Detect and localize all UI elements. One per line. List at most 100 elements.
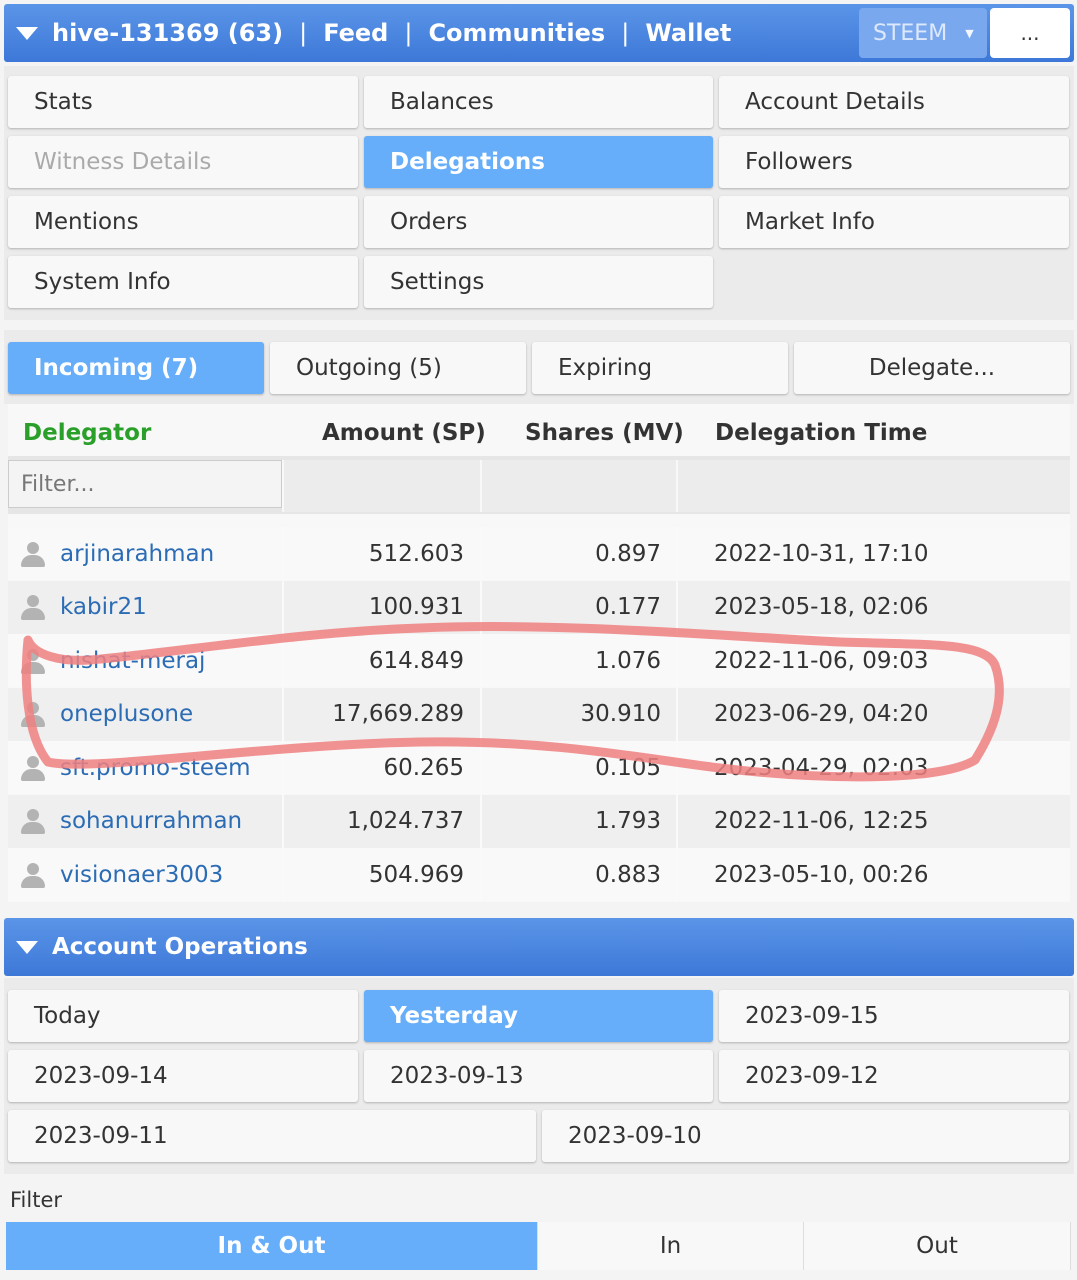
amount-cell: 1,024.737 xyxy=(346,808,464,834)
date-panel: Today Yesterday 2023-09-15 2023-09-14 20… xyxy=(4,978,1074,1174)
account-link[interactable]: hive-131369 (63) xyxy=(52,19,283,47)
nav-settings[interactable]: Settings xyxy=(364,256,713,308)
column-header-delegator[interactable]: Delegator xyxy=(23,420,151,446)
amount-cell: 504.969 xyxy=(368,861,464,888)
date-2023-09-14[interactable]: 2023-09-14 xyxy=(8,1050,358,1102)
collapse-triangle-icon xyxy=(16,940,38,954)
column-divider xyxy=(676,741,678,794)
filter-cell xyxy=(282,460,480,512)
shares-cell: 0.105 xyxy=(595,754,661,781)
section-title: Account Operations xyxy=(52,934,308,960)
user-icon xyxy=(20,648,46,674)
tab-outgoing[interactable]: Outgoing (5) xyxy=(270,342,526,394)
chain-select-value: STEEM xyxy=(873,20,948,46)
table-row: nishat-meraj 614.849 1.076 2022-11-06, 09:0… xyxy=(8,634,1070,687)
feed-link[interactable]: Feed xyxy=(323,19,388,47)
separator: | xyxy=(299,19,308,47)
date-2023-09-11[interactable]: 2023-09-11 xyxy=(8,1110,536,1162)
column-header-shares[interactable]: Shares (MV) xyxy=(525,420,684,446)
date-2023-09-15[interactable]: 2023-09-15 xyxy=(719,990,1069,1042)
wallet-link[interactable]: Wallet xyxy=(645,19,731,47)
time-cell: 2022-11-06, 12:25 xyxy=(714,808,929,834)
filter-cell xyxy=(480,460,676,512)
date-2023-09-12[interactable]: 2023-09-12 xyxy=(719,1050,1069,1102)
time-cell: 2023-04-29, 02:03 xyxy=(714,754,929,781)
user-icon xyxy=(20,594,46,620)
nav-stats[interactable]: Stats xyxy=(8,76,358,128)
column-divider xyxy=(676,794,678,848)
tab-expiring[interactable]: Expiring xyxy=(532,342,788,394)
date-yesterday[interactable]: Yesterday xyxy=(364,990,713,1042)
time-cell: 2023-05-18, 02:06 xyxy=(714,594,929,620)
chain-select[interactable]: STEEM ▼ xyxy=(859,8,987,58)
nav-balances[interactable]: Balances xyxy=(364,76,713,128)
shares-cell: 1.076 xyxy=(595,647,661,674)
more-button[interactable]: ... xyxy=(990,8,1070,58)
filter-in[interactable]: In xyxy=(538,1222,804,1270)
shares-cell: 1.793 xyxy=(595,808,661,834)
table-row: sft.promo-steem 60.265 0.105 2023-04-29, 02… xyxy=(8,741,1070,794)
delegations-table: Delegator Amount (SP) Shares (MV) Delega… xyxy=(8,404,1070,902)
time-cell: 2023-05-10, 00:26 xyxy=(714,861,929,888)
delegator-cell: arjinarahman xyxy=(20,527,214,580)
collapse-triangle-icon[interactable] xyxy=(16,26,38,40)
shares-cell: 0.897 xyxy=(595,540,661,567)
amount-cell: 60.265 xyxy=(383,754,464,781)
delegator-cell: sohanurrahman xyxy=(20,795,242,848)
delegator-link[interactable]: sohanurrahman xyxy=(60,808,242,834)
filter-in-out[interactable]: In & Out xyxy=(6,1222,538,1270)
table-row: oneplusone 17,669.289 30.910 2023-06-29, 04… xyxy=(8,687,1070,741)
amount-cell: 614.849 xyxy=(368,647,464,674)
column-divider xyxy=(676,634,678,687)
date-2023-09-13[interactable]: 2023-09-13 xyxy=(364,1050,713,1102)
delegator-cell: kabir21 xyxy=(20,581,147,634)
filter-out[interactable]: Out xyxy=(804,1222,1071,1270)
user-icon xyxy=(20,862,46,888)
table-row: arjinarahman 512.603 0.897 2022-10-31, 17:1… xyxy=(8,527,1070,580)
nav-mentions[interactable]: Mentions xyxy=(8,196,358,248)
communities-link[interactable]: Communities xyxy=(428,19,605,47)
user-icon xyxy=(20,541,46,567)
shares-cell: 0.883 xyxy=(595,861,661,888)
top-bar: hive-131369 (63) | Feed | Communities | … xyxy=(4,4,1074,62)
tab-incoming[interactable]: Incoming (7) xyxy=(8,342,264,394)
table-row: kabir21 100.931 0.177 2023-05-18, 02:06 xyxy=(8,580,1070,634)
nav-system-info[interactable]: System Info xyxy=(8,256,358,308)
delegator-cell: oneplusone xyxy=(20,688,193,741)
delegator-link[interactable]: sft.promo-steem xyxy=(60,755,251,781)
date-today[interactable]: Today xyxy=(8,990,358,1042)
account-operations-header[interactable]: Account Operations xyxy=(4,918,1074,976)
user-icon xyxy=(20,755,46,781)
user-icon xyxy=(20,701,46,727)
column-divider xyxy=(676,687,678,741)
nav-account-details[interactable]: Account Details xyxy=(719,76,1069,128)
nav-orders[interactable]: Orders xyxy=(364,196,713,248)
nav-delegations[interactable]: Delegations xyxy=(364,136,713,188)
delegator-cell: visionaer3003 xyxy=(20,848,223,901)
date-2023-09-10[interactable]: 2023-09-10 xyxy=(542,1110,1069,1162)
time-cell: 2022-11-06, 09:03 xyxy=(714,647,929,674)
nav-followers[interactable]: Followers xyxy=(719,136,1069,188)
shares-cell: 0.177 xyxy=(595,594,661,620)
column-header-time[interactable]: Delegation Time xyxy=(715,420,927,446)
filter-label: Filter xyxy=(10,1188,63,1212)
delegator-link[interactable]: arjinarahman xyxy=(60,541,214,567)
delegator-link[interactable]: oneplusone xyxy=(60,701,193,727)
delegator-cell: nishat-meraj xyxy=(20,634,205,687)
amount-cell: 17,669.289 xyxy=(332,701,464,727)
delegator-link[interactable]: kabir21 xyxy=(60,594,147,620)
delegator-link[interactable]: visionaer3003 xyxy=(60,862,223,888)
tab-delegate[interactable]: Delegate... xyxy=(794,342,1070,394)
delegator-filter-input[interactable]: Filter... xyxy=(8,460,282,508)
column-header-amount[interactable]: Amount (SP) xyxy=(322,420,486,446)
delegator-link[interactable]: nishat-meraj xyxy=(60,648,205,674)
nav-witness-details[interactable]: Witness Details xyxy=(8,136,358,188)
table-row: sohanurrahman 1,024.737 1.793 2022-11-06, 1… xyxy=(8,794,1070,848)
amount-cell: 512.603 xyxy=(368,540,464,567)
delegation-tabs: Incoming (7) Outgoing (5) Expiring Deleg… xyxy=(4,330,1074,404)
filter-row: Filter... xyxy=(8,456,1070,514)
separator: | xyxy=(621,19,630,47)
shares-cell: 30.910 xyxy=(580,701,661,727)
nav-market-info[interactable]: Market Info xyxy=(719,196,1069,248)
separator: | xyxy=(404,19,413,47)
